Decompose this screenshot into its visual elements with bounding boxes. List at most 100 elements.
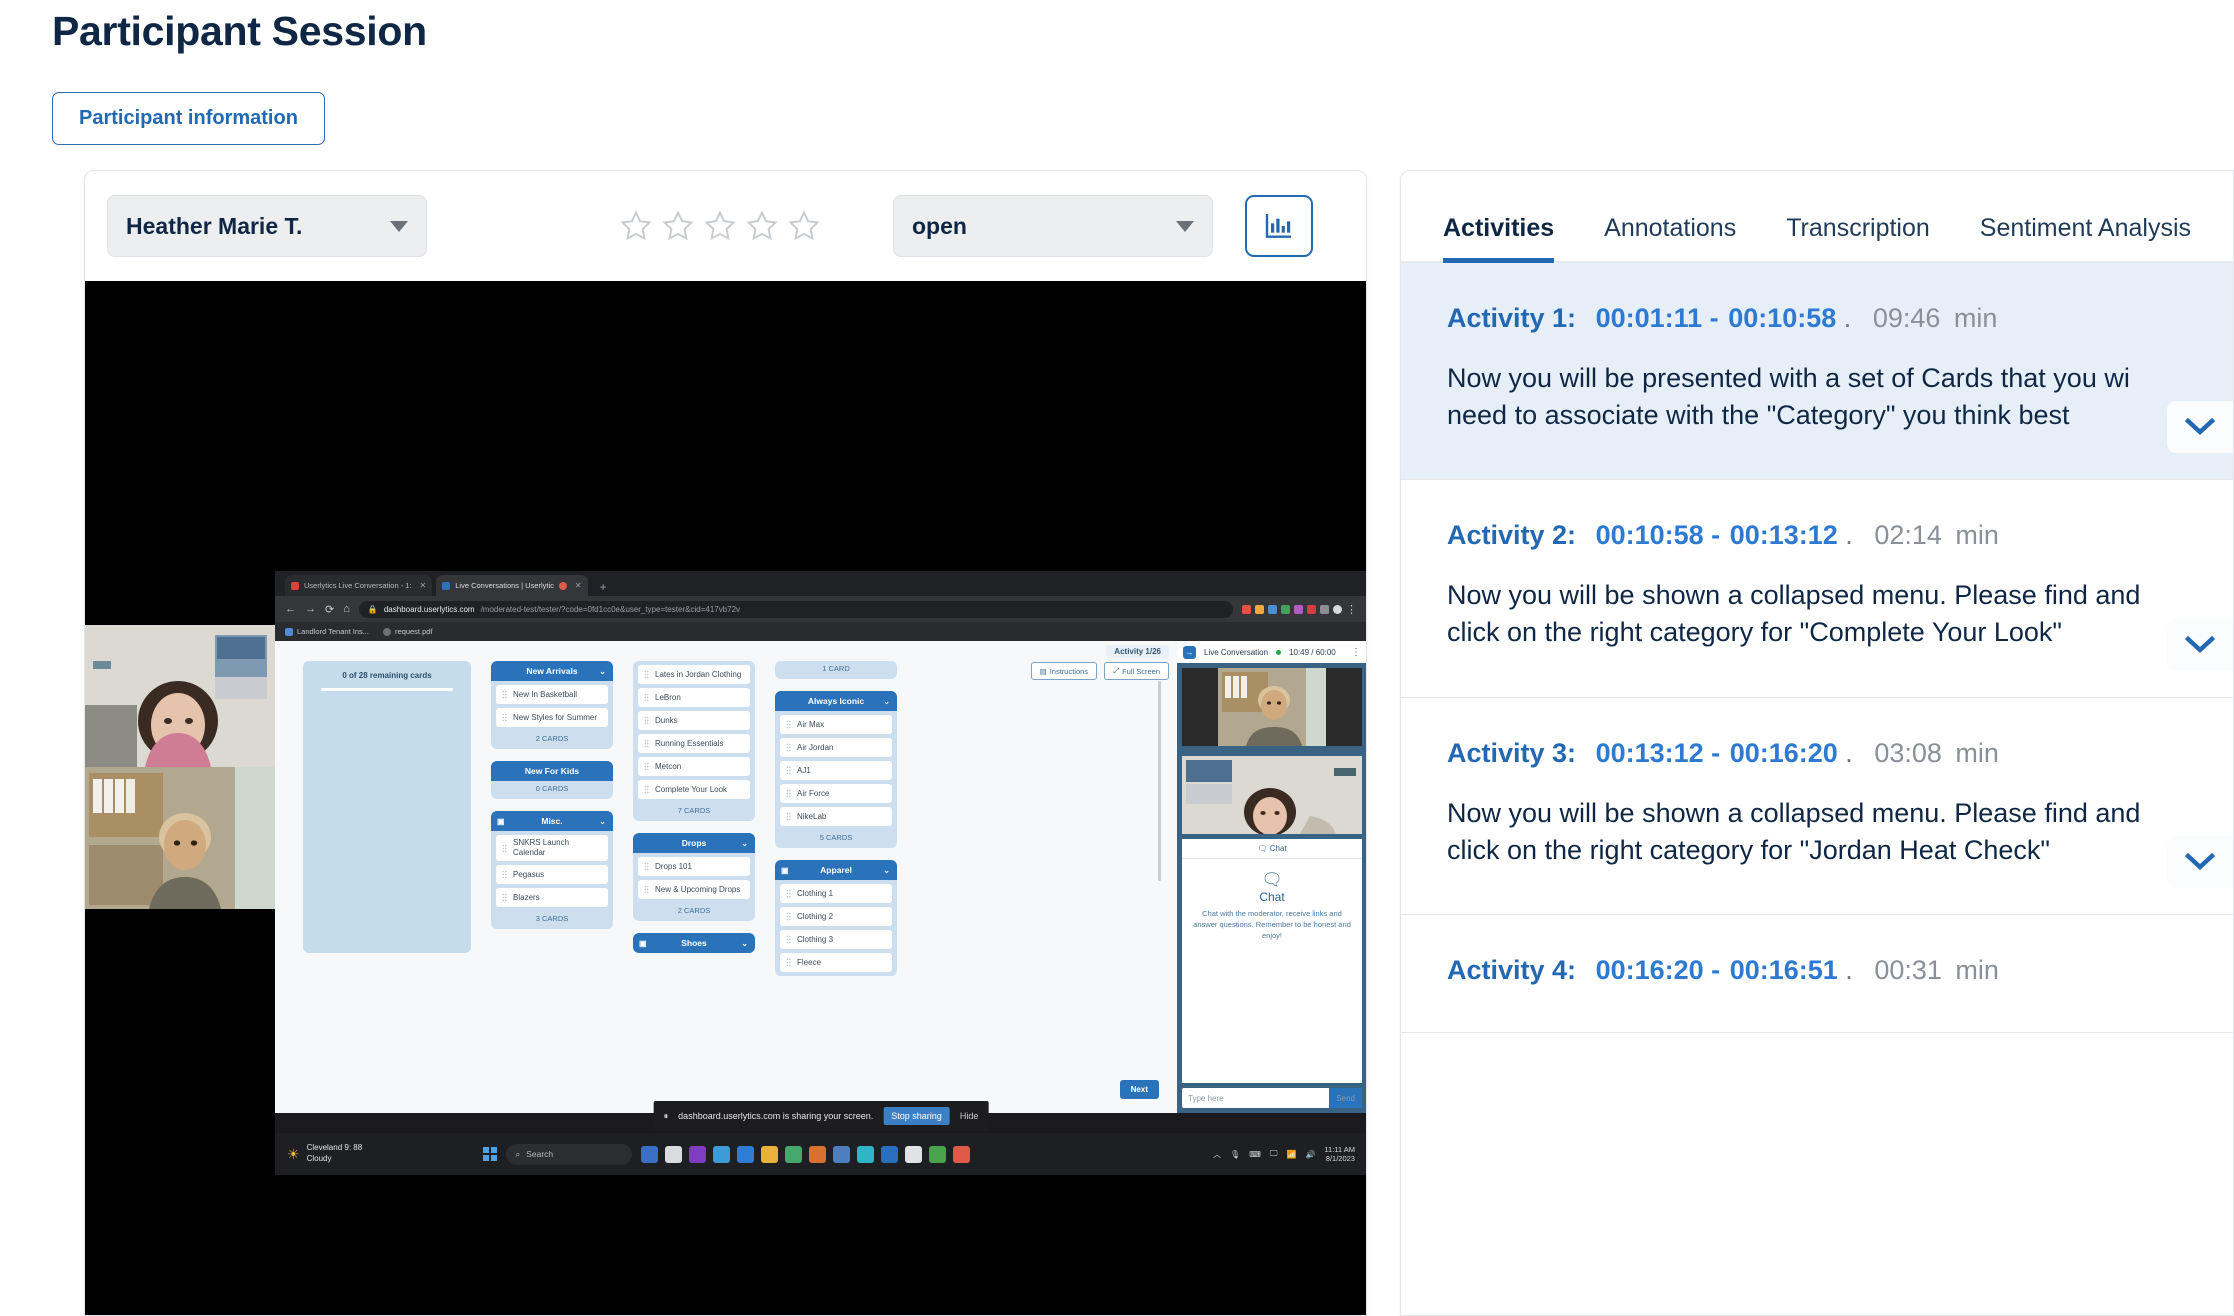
drag-handle-icon[interactable]	[644, 739, 649, 748]
back-icon[interactable]: ←	[285, 603, 296, 615]
card-group[interactable]: Drops ⌄ Drops 101 New & Upcoming Drops 2…	[633, 833, 755, 921]
tab-sentiment-analysis[interactable]: Sentiment Analysis	[1980, 214, 2191, 261]
windows-start-icon[interactable]	[483, 1147, 498, 1161]
weather-widget[interactable]: ☀ Cleveland 9: 88 Cloudy	[287, 1143, 362, 1165]
drag-handle-icon[interactable]	[644, 693, 649, 702]
tab-transcription[interactable]: Transcription	[1786, 214, 1930, 261]
card-item[interactable]: Running Essentials	[638, 734, 750, 753]
tab-activities[interactable]: Activities	[1443, 214, 1555, 263]
taskbar-app-icon[interactable]	[665, 1145, 683, 1163]
taskbar-app-icon[interactable]	[881, 1145, 899, 1163]
card-group[interactable]: New Arrivals ⌄ New In Basketball New Sty…	[491, 661, 613, 749]
star-icon[interactable]	[745, 209, 779, 243]
card-group-header[interactable]: ▣ Misc. ⌄	[491, 811, 613, 831]
fullscreen-button[interactable]: ⤢ Full Screen	[1104, 662, 1169, 680]
drag-handle-icon[interactable]	[786, 958, 791, 967]
drag-handle-icon[interactable]	[786, 743, 791, 752]
taskbar-app-icon[interactable]	[905, 1145, 923, 1163]
wifi-icon[interactable]: 📶	[1286, 1150, 1296, 1159]
drag-handle-icon[interactable]	[786, 789, 791, 798]
card-item[interactable]: LeBron	[638, 688, 750, 707]
activity-expand-button[interactable]	[2167, 401, 2233, 454]
activity-row[interactable]: Activity 3: 00:13:12 - 00:16:20 . 03:08 …	[1401, 698, 2233, 916]
taskbar-apps[interactable]	[641, 1145, 971, 1163]
reload-icon[interactable]: ⟳	[325, 603, 334, 616]
more-options-icon[interactable]: ⋮	[1351, 647, 1361, 658]
drag-handle-icon[interactable]	[644, 885, 649, 894]
card-item[interactable]: New In Basketball	[496, 685, 608, 704]
remaining-cards-pool[interactable]: 0 of 28 remaining cards	[303, 661, 471, 953]
extension-icon[interactable]	[1307, 604, 1316, 614]
system-tray[interactable]: ︿ 🎙 ⌨ 🖵 📶 🔊 11:11 AM 8/1/2023	[1213, 1145, 1355, 1164]
volume-icon[interactable]: 🔊	[1305, 1150, 1315, 1159]
card-item[interactable]: Clothing 3	[780, 930, 892, 949]
taskbar-app-icon[interactable]	[857, 1145, 875, 1163]
close-icon[interactable]: ✕	[420, 581, 427, 590]
taskbar-clock[interactable]: 11:11 AM 8/1/2023	[1324, 1145, 1355, 1164]
close-icon[interactable]: ✕	[575, 581, 582, 590]
card-item[interactable]: AJ1	[780, 761, 892, 780]
drag-handle-icon[interactable]	[502, 843, 507, 853]
drag-handle-icon[interactable]	[502, 870, 507, 879]
drag-handle-icon[interactable]	[502, 690, 507, 699]
star-icon[interactable]	[703, 209, 737, 243]
card-item[interactable]: Air Max	[780, 715, 892, 734]
taskbar-app-icon[interactable]	[929, 1145, 947, 1163]
microphone-icon[interactable]: 🎙	[1230, 1150, 1240, 1159]
drag-handle-icon[interactable]	[786, 935, 791, 944]
extension-icon[interactable]	[1294, 604, 1303, 614]
forward-icon[interactable]: →	[305, 603, 316, 615]
card-item[interactable]: Metcon	[638, 757, 750, 776]
drag-handle-icon[interactable]	[644, 862, 649, 871]
taskbar-search[interactable]: ⌕ Search	[506, 1143, 633, 1165]
taskbar-app-icon[interactable]	[785, 1145, 803, 1163]
extension-icon[interactable]	[1320, 604, 1329, 614]
drag-handle-icon[interactable]	[786, 720, 791, 729]
collapse-panel-icon[interactable]: →	[1183, 645, 1196, 659]
show-hidden-icons[interactable]: ︿	[1213, 1149, 1221, 1160]
drag-handle-icon[interactable]	[502, 713, 507, 722]
drag-handle-icon[interactable]	[644, 716, 649, 725]
next-button[interactable]: Next	[1119, 1080, 1159, 1099]
rating-stars[interactable]	[619, 209, 821, 243]
display-icon[interactable]: 🖵	[1270, 1149, 1278, 1159]
drag-handle-icon[interactable]	[644, 670, 649, 679]
card-group-header[interactable]: Drops ⌄	[633, 833, 755, 853]
chevron-down-icon[interactable]: ⌄	[599, 667, 606, 676]
card-group-header[interactable]: ▣ Apparel ⌄	[775, 860, 897, 880]
activity-expand-button[interactable]	[2167, 836, 2233, 889]
trash-icon[interactable]: ▣	[639, 939, 647, 948]
extension-icon[interactable]	[1242, 604, 1251, 614]
taskbar-app-icon[interactable]	[689, 1145, 707, 1163]
taskbar-app-icon[interactable]	[953, 1145, 971, 1163]
card-item[interactable]: Blazers	[496, 888, 608, 907]
chat-send-button[interactable]: Send	[1329, 1088, 1362, 1108]
keyboard-icon[interactable]: ⌨	[1249, 1150, 1261, 1159]
drag-handle-icon[interactable]	[502, 893, 507, 902]
card-item[interactable]: Lates in Jordan Clothing	[638, 665, 750, 684]
card-item[interactable]: Clothing 1	[780, 884, 892, 903]
card-item[interactable]: NikeLab	[780, 807, 892, 826]
card-item[interactable]: Air Jordan	[780, 738, 892, 757]
card-group[interactable]: ▣ Misc. ⌄ SNKRS Launch Calendar Pegasus …	[491, 811, 613, 929]
drag-handle-icon[interactable]	[786, 766, 791, 775]
vertical-scrollbar[interactable]	[1158, 681, 1161, 881]
drag-handle-icon[interactable]	[786, 912, 791, 921]
bookmark-item[interactable]: Landlord Tenant Ins...	[285, 627, 369, 636]
activity-row[interactable]: Activity 2: 00:10:58 - 00:13:12 . 02:14 …	[1401, 480, 2233, 698]
card-group-header[interactable]: New For Kids	[491, 761, 613, 781]
drag-handle-icon[interactable]	[644, 762, 649, 771]
taskbar-app-icon[interactable]	[737, 1145, 755, 1163]
hide-share-bar-button[interactable]: Hide	[960, 1111, 979, 1121]
chevron-down-icon[interactable]: ⌄	[599, 817, 606, 826]
trash-icon[interactable]: ▣	[781, 866, 789, 875]
profile-avatar[interactable]	[1333, 604, 1342, 614]
browser-menu-icon[interactable]: ⋮	[1346, 603, 1357, 616]
video-stage[interactable]: Userlytics Live Conversation - 1: ✕ Live…	[85, 281, 1366, 1315]
address-bar[interactable]: 🔒 dashboard.userlytics.com /moderated-te…	[358, 600, 1233, 618]
status-select[interactable]: open	[893, 195, 1213, 257]
chat-input-placeholder[interactable]: Type here	[1188, 1094, 1224, 1103]
chevron-down-icon[interactable]: ⌄	[883, 697, 890, 706]
card-item[interactable]: Drops 101	[638, 857, 750, 876]
chevron-down-icon[interactable]: ⌄	[741, 939, 748, 948]
